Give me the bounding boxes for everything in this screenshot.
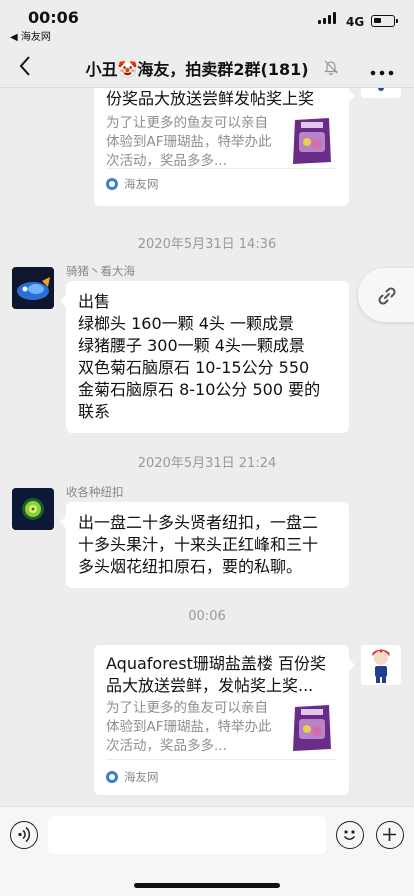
message-line: 绿榔头 160一颗 4头 一颗成景 xyxy=(78,314,294,333)
battery-icon xyxy=(371,15,398,27)
back-arrow-icon[interactable] xyxy=(14,52,40,80)
link-card-description: 为了让更多的鱼友可以亲自体验到AF珊瑚盐，特举办此次活动，奖品多多... xyxy=(106,115,272,169)
link-card-source-name: 海友网 xyxy=(124,770,159,784)
message-timestamp: 2020年5月31日 21:24 xyxy=(137,456,277,471)
text-message[interactable]: 出一盘二十多头贤者纽扣，一盘二 十多头果汁，十来头正红峰和三十 多头烟花纽扣原石… xyxy=(60,502,349,588)
link-card-divider xyxy=(106,168,337,169)
haiyou-logo-icon xyxy=(106,178,118,190)
status-time: 00:06 xyxy=(28,8,79,27)
sender-name: 收各种纽扣 xyxy=(66,485,124,499)
link-card-source: 海友网 xyxy=(106,176,159,192)
product-thumbnail xyxy=(289,114,335,166)
link-card-description: 为了让更多的鱼友可以亲自体验到AF珊瑚盐，特举办此次活动，奖品多多... xyxy=(106,700,272,754)
chat-header: 小丑🤡海友，拍卖群2群(181) xyxy=(0,44,414,88)
message-line: 绿猪腰子 300一颗 4头一颗成景 xyxy=(78,336,305,355)
link-card-title: Aquaforest珊瑚盐盖楼 百份奖品大放送尝鲜，发帖奖上奖... xyxy=(106,654,326,695)
link-card-source: 海友网 xyxy=(106,769,159,785)
link-card-title: 份奖品大放送尝鲜发帖奖上奖 xyxy=(106,89,315,108)
my-avatar[interactable] xyxy=(361,645,401,685)
status-bar: 00:06 ◀ 海友网 4G xyxy=(0,0,414,44)
message-line: 联系 xyxy=(78,402,111,421)
text-message[interactable]: 出售 绿榔头 160一颗 4头 一颗成景 绿猪腰子 300一颗 4头一颗成景 双… xyxy=(60,281,349,433)
message-text: 出一盘二十多头贤者纽扣，一盘二 十多头果汁，十来头正红峰和三十 多头烟花纽扣原石… xyxy=(66,502,349,588)
voice-icon[interactable] xyxy=(10,821,38,849)
message-line: 金菊石脑原石 8-10公分 500 要的 xyxy=(78,380,321,399)
network-type: 4G xyxy=(346,15,365,29)
haiyou-logo-icon xyxy=(106,771,118,783)
mute-icon xyxy=(323,59,339,76)
sender-name: 骑猪丶看大海 xyxy=(66,264,135,278)
message-line: 出售 xyxy=(78,292,111,311)
home-indicator[interactable] xyxy=(134,883,280,888)
link-icon xyxy=(378,287,396,305)
message-line: 多头烟花纽扣原石，要的私聊。 xyxy=(78,557,303,576)
link-float-button[interactable] xyxy=(358,268,414,322)
message-line: 十多头果汁，十来头正红峰和三十 xyxy=(78,535,319,554)
message-text: 出售 绿榔头 160一颗 4头 一颗成景 绿猪腰子 300一颗 4头一颗成景 双… xyxy=(66,281,349,433)
message-input[interactable] xyxy=(48,816,326,854)
sender-avatar[interactable] xyxy=(12,488,54,530)
link-card-message[interactable]: 份奖品大放送尝鲜发帖奖上奖 为了让更多的鱼友可以亲自体验到AF珊瑚盐，特举办此次… xyxy=(94,88,355,206)
my-avatar[interactable] xyxy=(361,88,401,98)
product-thumbnail xyxy=(289,701,335,753)
message-input-bar xyxy=(0,806,414,896)
message-line: 出一盘二十多头贤者纽扣，一盘二 xyxy=(78,513,319,532)
link-card-source-name: 海友网 xyxy=(124,177,159,191)
chat-message-list[interactable]: 份奖品大放送尝鲜发帖奖上奖 为了让更多的鱼友可以亲自体验到AF珊瑚盐，特举办此次… xyxy=(0,88,414,806)
link-card-message[interactable]: Aquaforest珊瑚盐盖楼 百份奖品大放送尝鲜，发帖奖上奖... 为了让更多… xyxy=(94,645,355,795)
message-timestamp: 2020年5月31日 14:36 xyxy=(137,237,277,252)
emoji-icon[interactable] xyxy=(336,821,364,849)
sender-avatar[interactable] xyxy=(12,267,54,309)
chat-title: 小丑🤡海友，拍卖群2群(181) xyxy=(85,60,309,79)
link-card-divider xyxy=(106,759,337,760)
more-icon[interactable] xyxy=(368,62,396,76)
plus-icon[interactable] xyxy=(376,821,404,849)
message-line: 双色菊石脑原石 10-15公分 550 xyxy=(78,358,310,377)
message-timestamp: 00:06 xyxy=(188,609,226,624)
back-to-app-link[interactable]: ◀ 海友网 xyxy=(10,28,51,43)
signal-icon xyxy=(318,12,340,24)
